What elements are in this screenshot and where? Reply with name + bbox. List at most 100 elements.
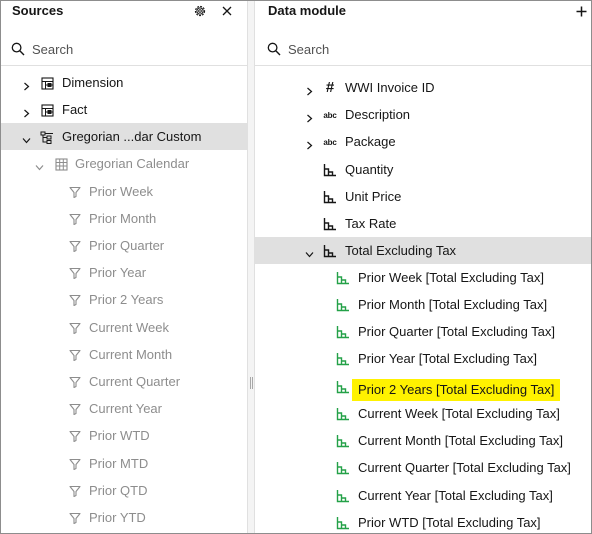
field-label: Prior Month [Total Excluding Tax] — [358, 297, 548, 312]
settings-gear-icon[interactable] — [190, 1, 210, 21]
filter-icon — [68, 321, 82, 335]
filter-item[interactable]: Current Week — [1, 314, 247, 341]
relative-measure-icon — [336, 461, 350, 475]
sources-panel: Sources Search Dimension Fact Gregorian … — [1, 1, 247, 533]
relative-measure-item[interactable]: Prior Quarter [Total Excluding Tax] — [255, 318, 591, 345]
hash-icon: # — [325, 79, 335, 96]
relative-measure-item-highlighted[interactable]: Prior 2 Years [Total Excluding Tax] — [255, 373, 591, 401]
field-package[interactable]: abc Package — [255, 128, 591, 155]
data-module-search[interactable]: Search — [255, 34, 591, 66]
calendar-table-icon — [54, 157, 68, 171]
field-label: Prior 2 Years [Total Excluding Tax] — [352, 379, 561, 401]
relative-measure-icon — [336, 407, 350, 421]
tree-item-label: Prior YTD — [89, 510, 146, 525]
data-module-search-placeholder: Search — [288, 42, 330, 57]
field-label: Current Week [Total Excluding Tax] — [358, 406, 560, 421]
tree-item-dimension[interactable]: Dimension — [1, 69, 247, 96]
sources-header: Sources — [1, 1, 247, 23]
field-tax-rate[interactable]: Tax Rate — [255, 210, 591, 237]
resize-grip-icon[interactable] — [250, 377, 253, 389]
tree-item-label: Gregorian Calendar — [75, 156, 190, 171]
filter-icon — [68, 239, 82, 253]
chevron-right-icon[interactable] — [305, 110, 314, 123]
relative-measure-item[interactable]: Prior Year [Total Excluding Tax] — [255, 345, 591, 372]
field-label: Prior Quarter [Total Excluding Tax] — [358, 324, 556, 339]
filter-item[interactable]: Current Quarter — [1, 368, 247, 395]
tree-item-label: Current Year — [89, 401, 162, 416]
filter-icon — [68, 212, 82, 226]
relative-measure-icon — [336, 380, 350, 394]
search-icon — [11, 42, 25, 61]
field-label: Quantity — [345, 162, 394, 177]
filter-icon — [68, 402, 82, 416]
filter-item[interactable]: Prior QTD — [1, 477, 247, 504]
field-label: Prior Year [Total Excluding Tax] — [358, 351, 537, 366]
tree-item-label: Prior Year — [89, 265, 147, 280]
relative-measure-item[interactable]: Prior Week [Total Excluding Tax] — [255, 264, 591, 291]
add-icon[interactable] — [571, 1, 591, 21]
tree-item-label: Current Month — [89, 347, 173, 362]
relative-measure-item[interactable]: Prior Month [Total Excluding Tax] — [255, 291, 591, 318]
filter-item[interactable]: Prior Week — [1, 178, 247, 205]
measure-icon — [323, 163, 337, 177]
field-quantity[interactable]: Quantity — [255, 156, 591, 183]
field-label: Prior Week [Total Excluding Tax] — [358, 270, 544, 285]
filter-icon — [68, 375, 82, 389]
field-label: Description — [345, 107, 411, 122]
filter-item[interactable]: Current Year — [1, 395, 247, 422]
relative-measure-item[interactable]: Current Quarter [Total Excluding Tax] — [255, 454, 591, 481]
chevron-right-icon[interactable] — [22, 78, 31, 91]
relative-measure-icon — [336, 489, 350, 503]
filter-icon — [68, 266, 82, 280]
panel-resize-gutter[interactable] — [247, 1, 255, 533]
chevron-right-icon[interactable] — [305, 137, 314, 150]
field-wwi-invoice-id[interactable]: # WWI Invoice ID — [255, 74, 591, 101]
tree-item-fact[interactable]: Fact — [1, 96, 247, 123]
field-description[interactable]: abc Description — [255, 101, 591, 128]
measure-icon — [323, 190, 337, 204]
filter-item[interactable]: Prior Year — [1, 259, 247, 286]
sources-search-placeholder: Search — [32, 42, 74, 57]
field-label: Total Excluding Tax — [345, 243, 457, 258]
tree-item-label: Prior 2 Years — [89, 292, 164, 307]
tree-item-label: Prior Month — [89, 211, 157, 226]
chevron-down-icon[interactable] — [35, 159, 44, 171]
field-total-excluding-tax[interactable]: Total Excluding Tax — [255, 237, 591, 264]
relative-measure-item[interactable]: Current Year [Total Excluding Tax] — [255, 482, 591, 509]
filter-item[interactable]: Prior YTD — [1, 504, 247, 531]
chevron-down-icon[interactable] — [22, 132, 31, 144]
field-label: Current Month [Total Excluding Tax] — [358, 433, 563, 448]
table-group-icon — [40, 103, 54, 117]
abc-icon: abc — [323, 137, 337, 147]
filter-item[interactable]: Prior Quarter — [1, 232, 247, 259]
tree-item-gregorian-custom[interactable]: Gregorian ...dar Custom — [1, 123, 247, 150]
filter-item[interactable]: Prior WTD — [1, 422, 247, 449]
field-label: Current Quarter [Total Excluding Tax] — [358, 460, 571, 475]
tree-item-label: Prior Quarter — [89, 238, 165, 253]
relative-measure-icon — [336, 298, 350, 312]
close-icon[interactable] — [217, 1, 237, 21]
tree-item-label: Current Quarter — [89, 374, 181, 389]
data-module-title: Data module — [268, 3, 347, 18]
filter-item[interactable]: Current Month — [1, 341, 247, 368]
sources-search[interactable]: Search — [1, 34, 247, 66]
tree-item-label: Fact — [62, 102, 88, 117]
chevron-right-icon[interactable] — [22, 105, 31, 118]
tree-item-label: Dimension — [62, 75, 124, 90]
relative-measure-icon — [336, 352, 350, 366]
field-label: WWI Invoice ID — [345, 80, 435, 95]
relative-measure-item[interactable]: Prior WTD [Total Excluding Tax] — [255, 509, 591, 533]
filter-item[interactable]: Prior Month — [1, 205, 247, 232]
chevron-down-icon[interactable] — [305, 246, 314, 258]
relative-measure-item[interactable]: Current Month [Total Excluding Tax] — [255, 427, 591, 454]
filter-item[interactable]: Prior 2 Years — [1, 286, 247, 313]
field-label: Unit Price — [345, 189, 402, 204]
filter-icon — [68, 348, 82, 362]
field-unit-price[interactable]: Unit Price — [255, 183, 591, 210]
chevron-right-icon[interactable] — [305, 83, 314, 96]
filter-item[interactable]: Prior MTD — [1, 450, 247, 477]
field-label: Tax Rate — [345, 216, 397, 231]
tree-item-gregorian-calendar[interactable]: Gregorian Calendar — [1, 150, 247, 177]
filter-icon — [68, 429, 82, 443]
relative-measure-item[interactable]: Current Week [Total Excluding Tax] — [255, 400, 591, 427]
